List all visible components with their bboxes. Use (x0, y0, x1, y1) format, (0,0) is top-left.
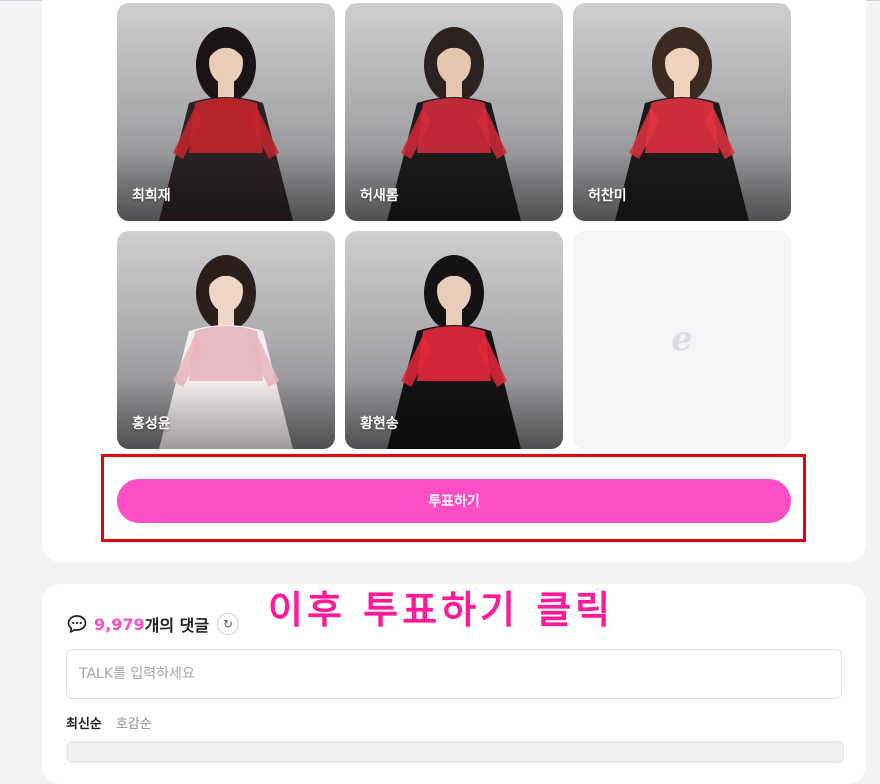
comment-item-box (66, 741, 844, 763)
contestant-card[interactable]: 황현송 (345, 231, 563, 449)
annotation-text: 이후 투표하기 클릭 (268, 588, 615, 632)
sort-tabs: 최신순 호감순 (66, 713, 166, 732)
sort-popular-tab[interactable]: 호감순 (116, 713, 152, 732)
contestant-name: 홍성윤 (132, 416, 171, 432)
comment-count: 9,979 (94, 614, 145, 634)
vote-button[interactable]: 투표하기 (117, 479, 791, 523)
contestant-card[interactable]: 허새롬 (345, 3, 563, 221)
contestant-card[interactable]: 홍성윤 (117, 231, 335, 449)
placeholder-logo-icon: e (671, 319, 693, 359)
contestant-name: 황현송 (360, 416, 399, 432)
sort-latest-tab[interactable]: 최신순 (66, 713, 102, 732)
contestant-grid: 최희재 허새롬 허찬미 홍성윤 황현송 e (117, 3, 791, 449)
comment-header: 9,979 개의 댓글 ↻ (66, 612, 240, 636)
talk-input[interactable] (66, 649, 842, 699)
contestant-name: 최희재 (132, 188, 171, 204)
contestant-card[interactable]: 허찬미 (573, 3, 791, 221)
refresh-icon[interactable]: ↻ (217, 613, 240, 635)
speech-bubble-icon (67, 615, 87, 633)
contestant-name: 허찬미 (588, 188, 627, 204)
comment-count-label: 개의 댓글 (144, 616, 210, 635)
contestant-name: 허새롬 (360, 188, 399, 204)
empty-card-placeholder: e (573, 231, 791, 449)
contestant-card[interactable]: 최희재 (117, 3, 335, 221)
